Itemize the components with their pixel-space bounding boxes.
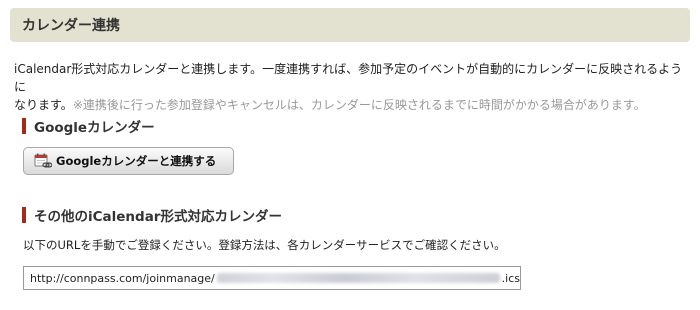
description-note: ※連携後に行った参加登録やキャンセルは、カレンダーに反映されるまでに時間がかかる… [72,98,646,112]
section-title: カレンダー連携 [22,18,120,34]
url-token-redacted [216,273,500,283]
icalendar-url-field[interactable]: http://connpass.com/joinmanage/ .ics [23,266,521,290]
google-calendar-heading: Googleカレンダー [22,116,155,136]
heading-accent-bar [22,118,26,134]
icalendar-heading: その他のiCalendar形式対応カレンダー [22,205,282,225]
calendar-link-icon [34,153,52,169]
url-suffix: .ics [501,271,520,285]
url-prefix: http://connpass.com/joinmanage/ [30,271,215,285]
description-line-2: なります。 [14,98,73,112]
description-line-1: iCalendar形式対応カレンダーと連携します。一度連携すれば、参加予定のイベ… [14,62,683,94]
google-calendar-connect-button[interactable]: Googleカレンダーと連携する [23,147,234,175]
google-calendar-heading-label: Googleカレンダー [34,120,155,136]
icalendar-heading-label: その他のiCalendar形式対応カレンダー [34,209,282,225]
icalendar-instructions: 以下のURLを手動でご登録ください。登録方法は、各カレンダーサービスでご確認くだ… [23,238,506,252]
section-header-bar: カレンダー連携 [10,8,690,42]
google-calendar-connect-label: Googleカレンダーと連携する [56,154,217,168]
heading-accent-bar [22,207,26,223]
description-text: iCalendar形式対応カレンダーと連携します。一度連携すれば、参加予定のイベ… [14,60,694,114]
